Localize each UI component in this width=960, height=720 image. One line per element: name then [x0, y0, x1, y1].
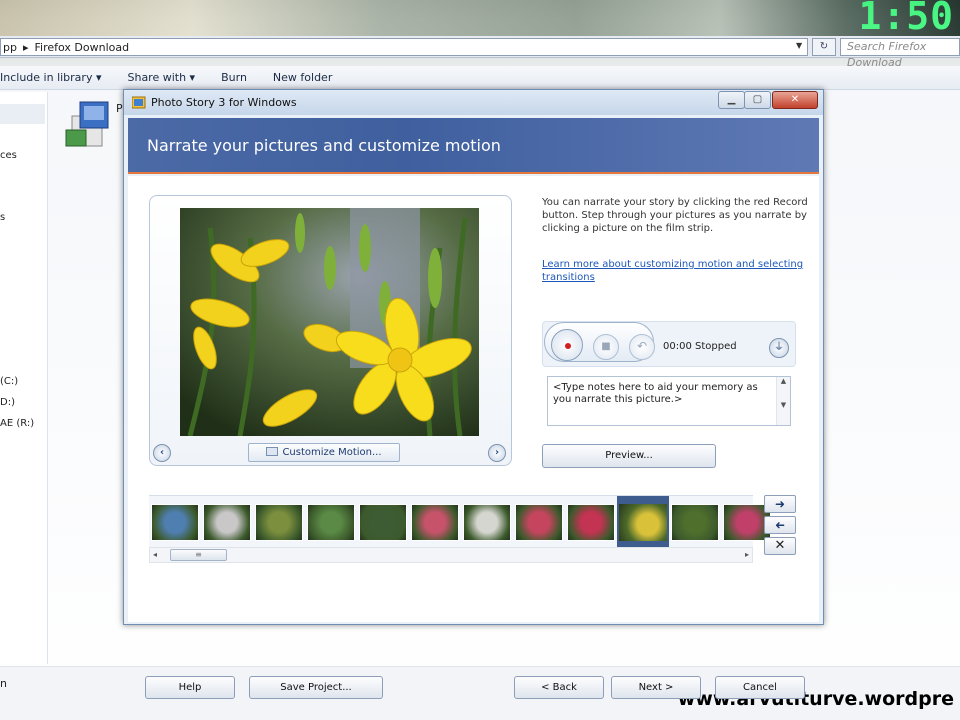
maximize-button[interactable]: ▢	[744, 91, 771, 109]
film-strip-thumbnail[interactable]	[307, 504, 355, 541]
dialog-content: ‹ Customize Motion... › You can narrate …	[128, 176, 819, 699]
narration-recorder: ■ ↶ 00:00 Stopped ⏚	[542, 321, 796, 367]
details-text: n	[0, 677, 7, 690]
instructions-text: You can narrate your story by clicking t…	[542, 197, 808, 234]
page-title: Narrate your pictures and customize moti…	[147, 136, 501, 155]
remove-picture-button[interactable]: ✕	[764, 537, 796, 555]
refresh-button[interactable]: ↻	[812, 38, 836, 56]
film-strip-thumbnail[interactable]	[203, 504, 251, 541]
photo-story-dialog: Photo Story 3 for Windows ▁ ▢ ✕ Narrate …	[123, 89, 824, 699]
film-strip	[149, 495, 771, 548]
nav-item[interactable]: (C:)	[0, 376, 18, 387]
elapsed-time: 00:00	[663, 341, 692, 352]
film-strip-thumbnail[interactable]	[359, 504, 407, 541]
photo-story-app-icon	[132, 96, 146, 109]
breadcrumb-part[interactable]: pp	[3, 41, 17, 54]
chevron-right-icon: ▸	[22, 40, 29, 54]
narration-notes-input[interactable]: <Type notes here to aid your memory as y…	[547, 376, 791, 426]
preview-button[interactable]: Preview...	[542, 444, 716, 468]
selected-thumbnail-image	[619, 504, 667, 541]
move-left-button[interactable]: ➜	[764, 516, 796, 534]
minimize-button[interactable]: ▁	[718, 91, 745, 109]
command-bar: Include in library ▾ Share with ▾ Burn N…	[0, 66, 960, 90]
scroll-right-icon[interactable]: ▸	[745, 550, 749, 559]
title-bar[interactable]: Photo Story 3 for Windows ▁ ▢ ✕	[124, 90, 823, 115]
recorder-status: Stopped	[695, 341, 737, 352]
film-strip-thumbnail[interactable]	[515, 504, 563, 541]
burn-button[interactable]: Burn	[221, 71, 247, 84]
include-in-library-button[interactable]: Include in library ▾	[0, 71, 101, 84]
window-title: Photo Story 3 for Windows	[151, 96, 297, 109]
chevron-down-icon[interactable]: ▼	[796, 41, 802, 50]
film-strip-thumbnail[interactable]	[255, 504, 303, 541]
file-name[interactable]: P	[116, 102, 123, 115]
stop-button[interactable]: ■	[593, 334, 619, 360]
picture-preview-frame: ‹ Customize Motion... ›	[149, 195, 512, 466]
search-input[interactable]: Search Firefox Download	[840, 38, 960, 69]
previous-picture-button[interactable]: ‹	[153, 444, 171, 462]
customize-motion-button[interactable]: Customize Motion...	[248, 443, 400, 462]
desktop-background: 1:50	[0, 0, 960, 38]
breadcrumb-part[interactable]: Firefox Download	[35, 41, 130, 54]
address-bar: pp ▸ Firefox Download ▼ ↻ Search Firefox…	[0, 36, 960, 69]
record-button[interactable]	[551, 329, 583, 361]
film-strip-thumbnail[interactable]	[567, 504, 615, 541]
next-picture-button[interactable]: ›	[488, 444, 506, 462]
film-icon	[266, 447, 279, 456]
film-strip-thumbnail[interactable]	[617, 496, 669, 548]
nav-item[interactable]: ces	[0, 150, 17, 161]
installer-file-icon[interactable]	[64, 100, 114, 152]
scroll-left-icon[interactable]: ◂	[153, 550, 157, 559]
notes-scrollbar[interactable]: ▲ ▼	[776, 377, 790, 425]
film-strip-thumbnail[interactable]	[463, 504, 511, 541]
new-folder-button[interactable]: New folder	[273, 71, 332, 84]
nav-item[interactable]: s	[0, 212, 5, 223]
cancel-button[interactable]: Cancel	[715, 676, 805, 699]
back-button[interactable]: < Back	[514, 676, 604, 699]
film-strip-scrollbar[interactable]: ◂ ≡ ▸	[149, 547, 753, 563]
address-input[interactable]: pp ▸ Firefox Download	[0, 38, 808, 56]
help-button[interactable]: Help	[145, 676, 235, 699]
clock-display: 1:50	[858, 0, 954, 38]
close-button[interactable]: ✕	[772, 91, 818, 109]
microphone-icon[interactable]: ⏚	[769, 338, 789, 358]
nav-item[interactable]: D:)	[0, 397, 15, 408]
film-strip-thumbnail[interactable]	[151, 504, 199, 541]
learn-more-link[interactable]: Learn more about customizing motion and …	[542, 258, 814, 284]
next-button[interactable]: Next >	[611, 676, 701, 699]
customize-motion-label: Customize Motion...	[282, 447, 382, 458]
film-strip-thumbnail[interactable]	[671, 504, 719, 541]
scroll-thumb[interactable]: ≡	[170, 549, 227, 561]
nav-item[interactable]: AE (R:)	[0, 418, 34, 429]
undo-icon[interactable]: ↶	[629, 334, 655, 360]
save-project-button[interactable]: Save Project...	[249, 676, 383, 699]
step-header: Narrate your pictures and customize moti…	[128, 118, 819, 174]
selected-picture-preview	[180, 208, 479, 436]
yellow-lily-image	[180, 208, 479, 436]
navigation-pane: ces s (C:) D:) AE (R:)	[0, 92, 48, 664]
move-right-button[interactable]: ➜	[764, 495, 796, 513]
share-with-button[interactable]: Share with ▾	[127, 71, 195, 84]
nav-selected-item[interactable]	[0, 104, 45, 124]
film-strip-thumbnail[interactable]	[411, 504, 459, 541]
